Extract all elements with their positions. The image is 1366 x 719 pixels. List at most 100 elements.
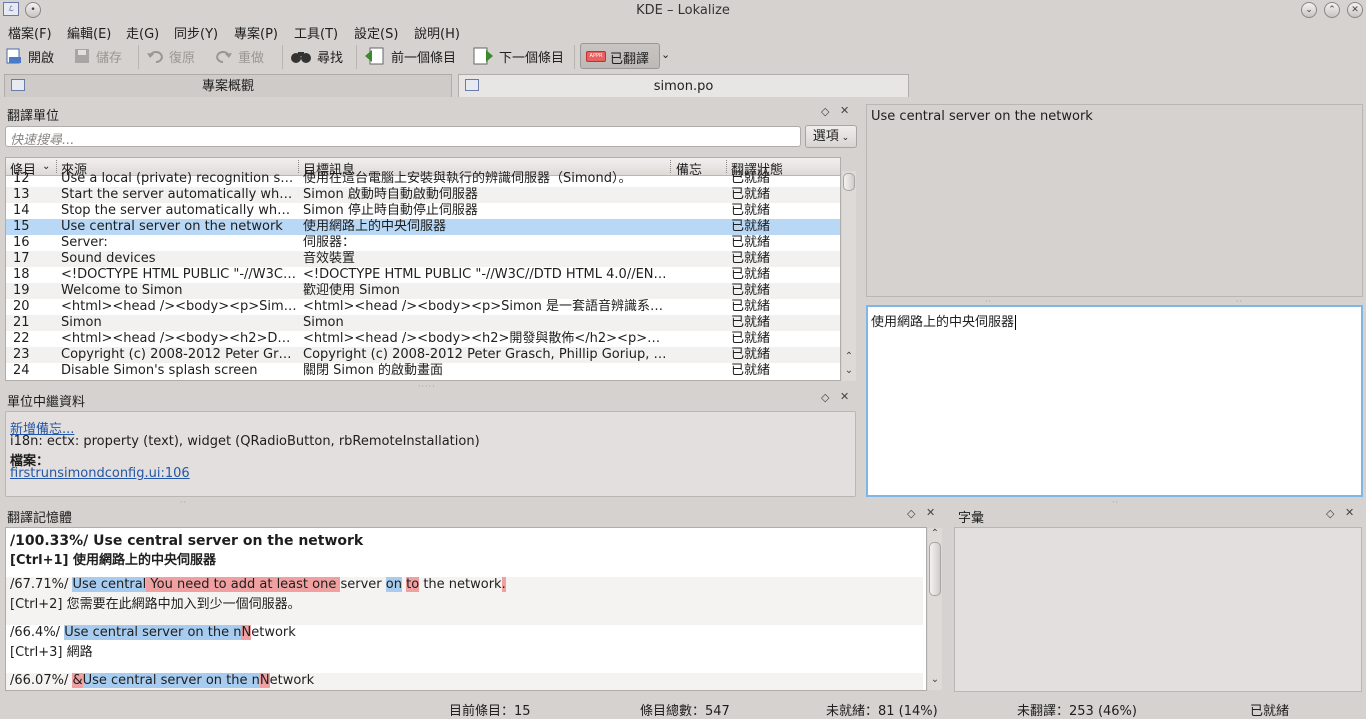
scrollbar-thumb[interactable] xyxy=(929,542,941,596)
table-row[interactable]: 21 Simon Simon 已就緒 xyxy=(6,315,840,331)
next-entry-button[interactable]: 下一個條目 xyxy=(472,45,564,67)
table-row[interactable]: 24 Disable Simon's splash screen 關閉 Simon … xyxy=(6,363,840,379)
tm-entry-1-source[interactable]: /100.33%/ Use central server on the netw… xyxy=(10,533,363,549)
cell-status: 已就緒 xyxy=(731,251,771,266)
tm-panel-title: 翻譯記憶體 xyxy=(7,511,73,526)
cell-entry-number: 14 xyxy=(13,203,30,218)
binoculars-icon xyxy=(291,52,311,63)
close-panel-icon[interactable]: ✕ xyxy=(926,506,935,519)
scroll-up-icon[interactable]: ⌃ xyxy=(928,528,942,539)
prev-entry-button[interactable]: 前一個條目 xyxy=(364,45,456,67)
table-row[interactable]: 20 <html><head /><body><p>Simon i… <html><… xyxy=(6,299,840,315)
status-current-entry: 目前條目：15 xyxy=(449,704,531,719)
cell-target: Simon 停止時自動停止伺服器 xyxy=(303,203,478,218)
undo-icon xyxy=(147,51,163,63)
minimize-button[interactable]: ⌄ xyxy=(1301,2,1317,18)
close-panel-icon[interactable]: ✕ xyxy=(840,390,849,403)
close-button[interactable]: ✕ xyxy=(1347,2,1363,18)
units-table[interactable]: 條目 ⌄ 來源 目標訊息 備忘 翻譯狀態 12 Use a local (priv… xyxy=(5,157,841,381)
float-panel-icon[interactable]: ◇ xyxy=(1326,507,1334,520)
tm-entry-3-translation[interactable]: [Ctrl+3] 網路 xyxy=(10,641,93,660)
diff-segment: to xyxy=(406,577,420,592)
glossary-view[interactable] xyxy=(954,527,1362,692)
tm-entry-2[interactable]: /67.71%/ Use central You need to add at … xyxy=(6,577,923,625)
menu-settings[interactable]: 設定(S) xyxy=(354,23,398,42)
toolbar-separator xyxy=(356,45,357,69)
table-row[interactable]: 14 Stop the server automatically whe… Simo… xyxy=(6,203,840,219)
cell-entry-number: 21 xyxy=(13,315,30,330)
tm-scrollbar[interactable]: ⌃ ⌄ xyxy=(928,528,942,690)
close-panel-icon[interactable]: ✕ xyxy=(1345,506,1354,519)
scroll-down-icon[interactable]: ⌄ xyxy=(928,674,942,685)
float-panel-icon[interactable]: ◇ xyxy=(907,507,915,520)
scroll-down-icon[interactable]: ⌄ xyxy=(842,365,856,376)
prev-entry-icon xyxy=(365,47,384,65)
cell-entry-number: 24 xyxy=(13,363,30,378)
menu-file[interactable]: 檔案(F) xyxy=(8,23,52,42)
menu-bar: 檔案(F) 編輯(E) 走(G) 同步(Y) 專案(P) 工具(T) 設定(S)… xyxy=(0,21,1366,42)
open-button[interactable]: 開啟 xyxy=(5,45,54,67)
diff-segment: . xyxy=(501,577,506,592)
tm-view[interactable]: /100.33%/ Use central server on the netw… xyxy=(5,527,927,691)
table-row[interactable]: 17 Sound devices 音效裝置 已就緒 xyxy=(6,251,840,267)
file-location-link[interactable]: firstrunsimondconfig.ui:106 xyxy=(10,466,190,481)
save-button[interactable]: 儲存 xyxy=(73,45,122,67)
table-row[interactable]: 13 Start the server automatically whe… Sim… xyxy=(6,187,840,203)
cell-target: Simon xyxy=(303,315,344,330)
target-editor[interactable]: 使用網路上的中央伺服器 xyxy=(866,305,1363,497)
tab-project-overview[interactable]: 專案概觀 xyxy=(4,74,452,97)
float-panel-icon[interactable]: ◇ xyxy=(821,105,829,118)
options-label: 選項 xyxy=(812,129,839,144)
menu-project[interactable]: 專案(P) xyxy=(234,23,278,42)
table-row[interactable]: 19 Welcome to Simon 歡迎使用 Simon 已就緒 xyxy=(6,283,840,299)
cell-entry-number: 20 xyxy=(13,299,30,314)
menu-tools[interactable]: 工具(T) xyxy=(294,23,338,42)
text-cursor xyxy=(1015,315,1017,330)
redo-button[interactable]: 重做 xyxy=(215,45,264,67)
cell-status: 已就緒 xyxy=(731,315,771,330)
status-state: 已就緒 xyxy=(1250,704,1290,719)
undo-button[interactable]: 復原 xyxy=(146,45,195,67)
tm-entry-2-source: /67.71%/ Use central You need to add at … xyxy=(10,577,506,592)
table-row-selected[interactable]: 15 Use central server on the network 使用網路上… xyxy=(6,219,840,235)
splitter-handle[interactable]: ·· xyxy=(180,498,187,507)
table-row[interactable]: 22 <html><head /><body><h2>Devel… <html><h… xyxy=(6,331,840,347)
cell-status: 已就緒 xyxy=(731,331,771,346)
menu-edit[interactable]: 編輯(E) xyxy=(67,23,111,42)
menu-go[interactable]: 走(G) xyxy=(126,23,159,42)
source-view[interactable]: Use central server on the network xyxy=(866,104,1363,297)
maximize-button[interactable]: ⌃ xyxy=(1324,2,1340,18)
translated-dropdown-arrow[interactable]: ⌄ xyxy=(661,48,670,61)
prev-entry-label: 前一個條目 xyxy=(391,50,457,66)
cell-status: 已就緒 xyxy=(731,203,771,218)
float-panel-icon[interactable]: ◇ xyxy=(821,391,829,404)
close-panel-icon[interactable]: ✕ xyxy=(840,104,849,117)
find-button[interactable]: 尋找 xyxy=(290,45,343,67)
translated-toggle-button[interactable]: APPR 已翻譯 xyxy=(580,43,660,69)
tm-score: /66.4%/ xyxy=(10,625,65,640)
table-row[interactable]: 12 Use a local (private) recognition se… 使… xyxy=(6,171,840,187)
scrollbar-thumb[interactable] xyxy=(843,173,855,191)
table-row[interactable]: 16 Server: 伺服器： 已就緒 xyxy=(6,235,840,251)
table-row[interactable]: 23 Copyright (c) 2008-2012 Peter Gra… Copy… xyxy=(6,347,840,363)
quick-search-input[interactable]: 快速搜尋... xyxy=(5,126,801,148)
cell-source: <!DOCTYPE HTML PUBLIC "-//W3C/… xyxy=(61,267,297,282)
scroll-up-icon[interactable]: ⌃ xyxy=(842,351,856,362)
cell-entry-number: 15 xyxy=(13,219,30,234)
tab-project-overview-label: 專案概觀 xyxy=(201,79,254,94)
units-scrollbar[interactable]: ⌃ ⌄ xyxy=(842,171,856,381)
cell-source: Copyright (c) 2008-2012 Peter Gra… xyxy=(61,347,297,362)
splitter-handle[interactable]: ·· xyxy=(1112,498,1119,507)
options-button[interactable]: 選項 ⌄ xyxy=(805,125,857,148)
tm-entry-1-translation[interactable]: [Ctrl+1] 使用網路上的中央伺服器 xyxy=(10,549,216,568)
tab-simon-po[interactable]: simon.po xyxy=(458,74,909,97)
menu-help[interactable]: 說明(H) xyxy=(414,23,460,42)
tm-entry-4[interactable]: /66.07%/ &Use central server on the nNet… xyxy=(6,673,923,690)
plain-segment: the network xyxy=(419,577,502,592)
tm-score: /67.71%/ xyxy=(10,577,73,592)
open-icon xyxy=(6,48,21,64)
table-row[interactable]: 18 <!DOCTYPE HTML PUBLIC "-//W3C/… <!DOCTY… xyxy=(6,267,840,283)
tm-entry-3-source[interactable]: /66.4%/ Use central server on the nNetwo… xyxy=(10,625,296,640)
menu-sync[interactable]: 同步(Y) xyxy=(174,23,218,42)
splitter-handle[interactable]: ····· xyxy=(418,382,436,391)
